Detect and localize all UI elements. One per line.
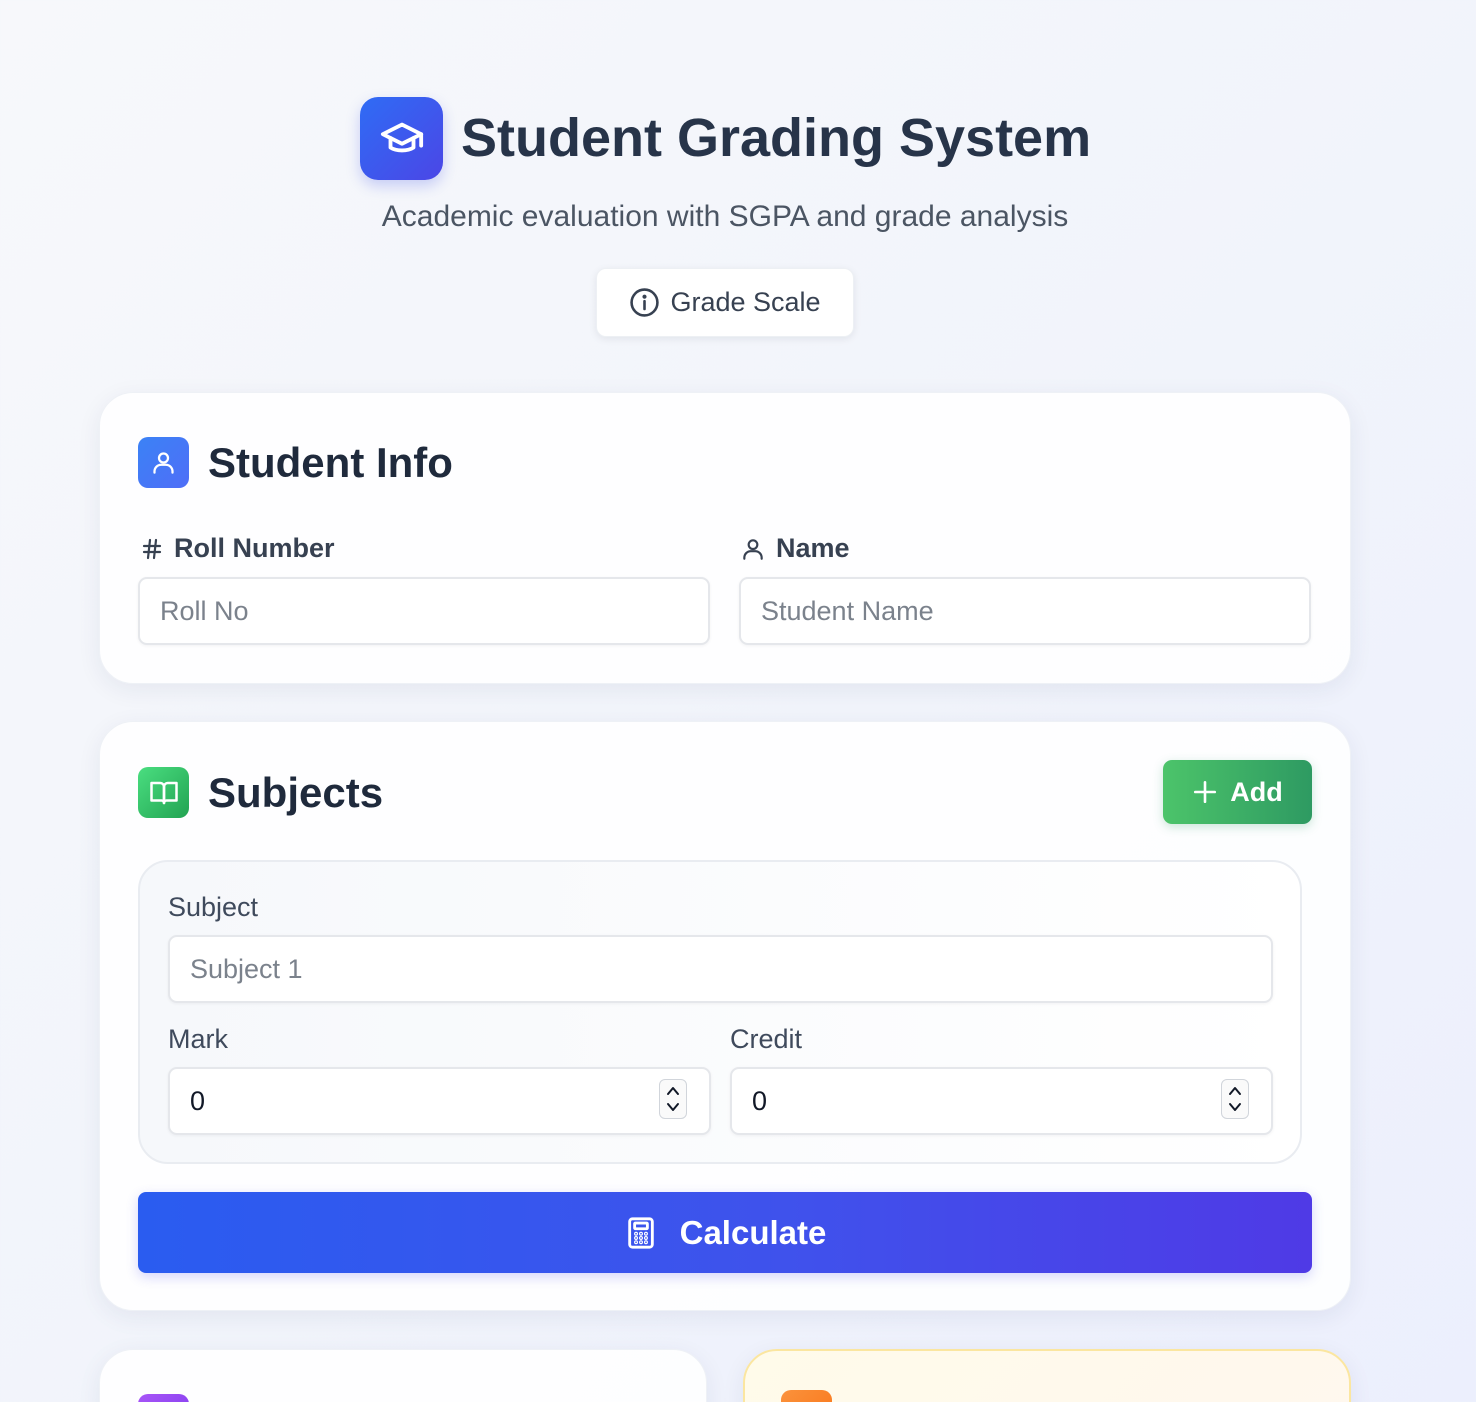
calculate-label: Calculate (679, 1213, 827, 1251)
user-icon (138, 437, 189, 488)
grade-scale-label: Grade Scale (670, 287, 821, 317)
chart-icon (138, 1394, 189, 1402)
title-row: Student Grading System (360, 96, 1091, 180)
subjects-title: Subjects (208, 768, 384, 816)
plus-icon (1192, 779, 1218, 805)
add-subject-label: Add (1230, 776, 1283, 807)
student-name-input[interactable] (739, 577, 1311, 645)
user-icon (740, 536, 766, 562)
grade-analysis-card (743, 1349, 1351, 1402)
mark-label: Mark (168, 1024, 228, 1054)
credit-stepper[interactable] (1221, 1079, 1249, 1119)
subject-name-input[interactable] (168, 935, 1273, 1003)
subjects-heading: Subjects (138, 767, 383, 818)
award-icon (781, 1390, 832, 1402)
credit-field (730, 1067, 1273, 1135)
page-title: Student Grading System (461, 108, 1092, 168)
roll-number-label: Roll Number (140, 533, 335, 564)
roll-number-input[interactable] (138, 577, 710, 645)
calculate-button[interactable]: Calculate (138, 1192, 1312, 1273)
book-open-icon (138, 767, 189, 818)
name-label: Name (740, 533, 850, 564)
credit-label: Credit (730, 1024, 803, 1054)
add-subject-button[interactable]: Add (1163, 760, 1312, 824)
calculator-icon (624, 1215, 658, 1251)
info-icon (629, 287, 660, 318)
student-info-title: Student Info (208, 438, 453, 486)
roll-number-label-text: Roll Number (174, 533, 335, 563)
results-card (99, 1349, 707, 1402)
grade-scale-button[interactable]: Grade Scale (596, 268, 854, 337)
page-subtitle: Academic evaluation with SGPA and grade … (381, 200, 1069, 233)
mark-field (168, 1067, 711, 1135)
mark-stepper[interactable] (659, 1079, 687, 1119)
student-info-heading: Student Info (138, 437, 453, 488)
credit-input[interactable] (730, 1067, 1273, 1135)
name-label-text: Name (776, 533, 850, 563)
mark-input[interactable] (168, 1067, 711, 1135)
graduation-cap-icon (360, 96, 443, 180)
subject-label: Subject (168, 892, 259, 922)
hash-icon (140, 537, 164, 561)
